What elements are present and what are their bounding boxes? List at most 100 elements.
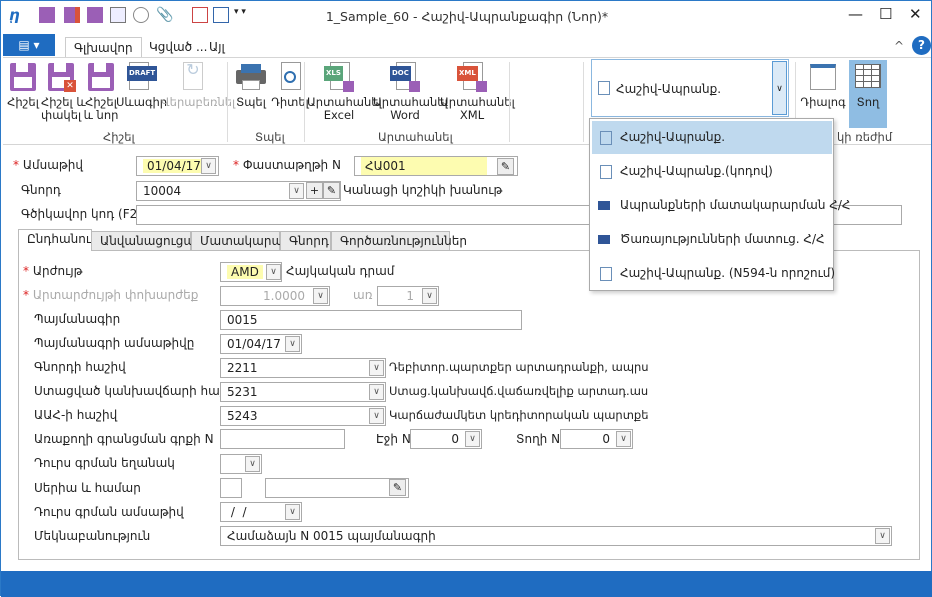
- word-export-icon: DOC: [390, 62, 420, 92]
- export-xml-button[interactable]: XML Արտահանել XML: [440, 60, 515, 122]
- tab-buyer[interactable]: Գնորդ: [280, 231, 331, 251]
- comment-field[interactable]: Համաձայն N 0015 պայմանագրի: [220, 526, 892, 546]
- contract-date-dropdown[interactable]: ∨: [285, 336, 300, 352]
- currency-dropdown[interactable]: ∨: [266, 264, 281, 280]
- issue-method-label: Դուրս գրման եղանակ: [34, 456, 175, 470]
- dialog-icon: [808, 62, 838, 92]
- customer-account-field[interactable]: 2211: [220, 358, 386, 378]
- rate-label: Արտարժույթի փոխարժեք: [32, 288, 199, 302]
- comment-dropdown[interactable]: ∨: [875, 528, 890, 544]
- help-icon[interactable]: ?: [912, 36, 931, 55]
- edit-customer-button[interactable]: ✎: [323, 182, 340, 199]
- printer-icon: [236, 62, 266, 92]
- table-mode-button[interactable]: Տող: [849, 60, 887, 128]
- customer-name: Կանացի կոշիկի խանութ: [343, 183, 503, 197]
- page-label: Էջի N: [376, 432, 411, 446]
- customer-account-label: Գնորդի հաշիվ: [34, 360, 126, 374]
- customer-account-dropdown[interactable]: ∨: [369, 360, 384, 376]
- save-new-icon: [86, 62, 116, 92]
- dropdown-item[interactable]: Ապրանքների մատակարարման Հ/Հ: [592, 189, 850, 222]
- collapse-ribbon-icon[interactable]: ^: [894, 39, 904, 53]
- contract-field[interactable]: 0015: [220, 310, 522, 330]
- export-excel-button[interactable]: XLS Արտահանել Excel: [307, 60, 382, 122]
- issue-date-dropdown[interactable]: ∨: [285, 504, 300, 520]
- page-dropdown[interactable]: ∨: [465, 431, 480, 447]
- sales-book-label: Առաքողի գրանցման գրքի N: [34, 432, 214, 446]
- customer-dropdown[interactable]: ∨: [289, 183, 304, 199]
- doc-icon: [598, 201, 610, 210]
- draft-icon: DRAFT: [123, 62, 158, 92]
- magic-wand-icon[interactable]: ✎: [497, 158, 514, 175]
- advance-account-field[interactable]: 5231: [220, 382, 386, 402]
- status-bar: [1, 571, 932, 597]
- save-button[interactable]: Հիշել: [5, 60, 41, 109]
- maximize-button[interactable]: ☐: [879, 5, 892, 23]
- chevron-down-icon[interactable]: ∨: [772, 61, 787, 115]
- docnum-label: Փաստաթղթի N: [242, 158, 341, 172]
- preview-icon: [600, 267, 612, 281]
- advance-account-dropdown[interactable]: ∨: [369, 384, 384, 400]
- date-dropdown[interactable]: ∨: [201, 158, 216, 174]
- docnum-field[interactable]: ՀԱ001: [354, 156, 518, 176]
- reload-button[interactable]: ↻ Վերաբեռնել: [161, 60, 235, 109]
- sales-book-field[interactable]: [220, 429, 345, 449]
- tab-other[interactable]: Այլ: [201, 37, 233, 57]
- excel-export-icon: XLS: [324, 62, 354, 92]
- date-label: Ամսաթիվ: [22, 158, 83, 172]
- app-menu-button[interactable]: ▤ ▾: [3, 34, 55, 56]
- magic-wand-icon[interactable]: ✎: [389, 479, 406, 496]
- close-button[interactable]: ✕: [909, 5, 922, 23]
- issue-date-label: Դուրս գրման ամսաթիվ: [34, 505, 184, 519]
- row-dropdown[interactable]: ∨: [616, 431, 631, 447]
- preview-icon: [275, 62, 305, 92]
- dialog-mode-button[interactable]: Դիալոգ: [799, 60, 847, 109]
- series-label: Սերիա և համար: [34, 481, 141, 495]
- barcode-label: Գծիկավոր կոդ (F2): [21, 207, 142, 221]
- doc-icon: [598, 235, 610, 244]
- app-window: ῃ 📎 ▾ ▾ 1_Sample_60 - Հաշիվ-Ապրանքագիր (…: [0, 0, 932, 597]
- export-word-button[interactable]: DOC Արտահանել Word: [373, 60, 448, 122]
- row-label: Տողի N: [516, 432, 561, 446]
- table-icon: [853, 62, 883, 92]
- draft-button[interactable]: DRAFT Սևագիր: [116, 60, 167, 109]
- minimize-button[interactable]: —: [848, 5, 863, 23]
- add-customer-button[interactable]: +: [306, 182, 323, 199]
- preview-icon: [600, 165, 612, 179]
- contract-label: Պայմանագիր: [34, 312, 121, 326]
- window-title: 1_Sample_60 - Հաշիվ-Ապրանքագիր (Նոր)*: [325, 9, 609, 24]
- preview-icon: [600, 131, 612, 145]
- xml-export-icon: XML: [457, 62, 487, 92]
- number-field[interactable]: [265, 478, 409, 498]
- dropdown-item[interactable]: Հաշիվ-Ապրանք.: [592, 121, 832, 154]
- print-form-select[interactable]: Հաշիվ-Ապրանք. ∨: [591, 59, 789, 117]
- vat-account-field[interactable]: 5243: [220, 406, 386, 426]
- series-field[interactable]: [220, 478, 242, 498]
- rate-dropdown[interactable]: ∨: [313, 288, 328, 304]
- save-close-button[interactable]: ✕ Հիշել և փակել: [41, 60, 86, 122]
- tab-supplier[interactable]: Մատակարար: [191, 231, 291, 251]
- currency-label: Արժույթ: [32, 264, 83, 278]
- reload-icon: ↻: [177, 62, 207, 92]
- tab-items[interactable]: Անվանացուցակ: [91, 231, 203, 251]
- vat-account-dropdown[interactable]: ∨: [369, 408, 384, 424]
- currency-name: Հայկական դրամ: [286, 264, 395, 278]
- group-label-print: Տպել: [255, 130, 285, 144]
- dropdown-item[interactable]: Ծառայությունների մատուց. Հ/Հ: [592, 223, 832, 256]
- tab-general[interactable]: Ընդհանուր: [18, 229, 99, 251]
- group-label-export: Արտահանել: [378, 130, 453, 144]
- save-icon: [8, 62, 38, 92]
- issue-method-dropdown[interactable]: ∨: [245, 456, 260, 472]
- save-new-button[interactable]: Հիշել և նոր: [83, 60, 119, 122]
- comment-label: Մեկնաբանություն: [34, 529, 151, 543]
- per-dropdown[interactable]: ∨: [422, 288, 437, 304]
- tab-main[interactable]: Գլխավոր: [65, 37, 142, 59]
- vat-account-label: ԱԱՀ-ի հաշիվ: [34, 408, 118, 422]
- dropdown-item[interactable]: Հաշիվ-Ապրանք.(կոդով): [592, 155, 832, 188]
- advance-account-name: Ստաց.կանխավճ.վաճառվելիք արտադ.աս: [389, 384, 649, 398]
- save-close-icon: ✕: [46, 62, 76, 92]
- print-button[interactable]: Տպել: [231, 60, 271, 109]
- print-form-dropdown-list: Հաշիվ-Ապրանք. Հաշիվ-Ապրանք.(կոդով) Ապրան…: [589, 118, 850, 291]
- vat-account-name: Կարճաժամկետ կրեդիտորական պարտքե: [389, 408, 649, 422]
- tab-operations[interactable]: Գործառնություններ: [331, 231, 467, 251]
- dropdown-item[interactable]: Հաշիվ-Ապրանք. (N594-ն որոշում): [592, 257, 835, 290]
